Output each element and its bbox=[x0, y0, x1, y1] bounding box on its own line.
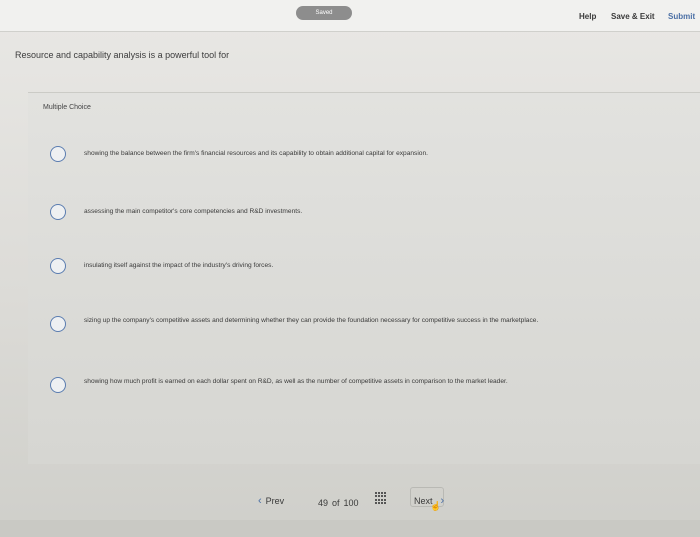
chevron-left-icon: ‹ bbox=[258, 495, 262, 507]
answer-option-2[interactable]: assessing the main competitor's core com… bbox=[50, 204, 650, 220]
question-prompt: Resource and capability analysis is a po… bbox=[15, 50, 230, 60]
answer-option-5[interactable]: showing how much profit is earned on eac… bbox=[50, 377, 650, 393]
prev-button[interactable]: ‹ Prev bbox=[258, 491, 284, 511]
radio-button[interactable] bbox=[50, 316, 66, 332]
hand-cursor-icon: ☝ bbox=[430, 501, 442, 511]
radio-button[interactable] bbox=[50, 146, 66, 162]
current-question-number: 49 bbox=[318, 498, 329, 508]
answer-option-text: showing the balance between the firm's f… bbox=[84, 150, 428, 157]
question-counter: 49 of 100 bbox=[318, 493, 363, 513]
saved-status-badge: Saved bbox=[296, 6, 352, 20]
bottom-strip bbox=[0, 520, 700, 537]
question-grid-icon[interactable] bbox=[375, 492, 387, 504]
radio-button[interactable] bbox=[50, 204, 66, 220]
answer-option-1[interactable]: showing the balance between the firm's f… bbox=[50, 146, 650, 162]
answer-option-text: sizing up the company's competitive asse… bbox=[84, 317, 539, 324]
answer-option-text: insulating itself against the impact of … bbox=[84, 262, 274, 269]
help-button[interactable]: Help bbox=[579, 12, 596, 21]
radio-button[interactable] bbox=[50, 377, 66, 393]
radio-button[interactable] bbox=[50, 258, 66, 274]
quiz-page: Saved Help Save & Exit Submit Resource a… bbox=[0, 0, 700, 537]
total-questions: 100 bbox=[343, 498, 359, 508]
submit-button[interactable]: Submit bbox=[668, 12, 695, 21]
save-exit-button[interactable]: Save & Exit bbox=[611, 12, 655, 21]
answer-option-3[interactable]: insulating itself against the impact of … bbox=[50, 258, 650, 274]
answer-option-text: showing how much profit is earned on eac… bbox=[84, 378, 508, 385]
question-type-label: Multiple Choice bbox=[43, 104, 91, 111]
of-label: of bbox=[332, 498, 340, 508]
answer-option-4[interactable]: sizing up the company's competitive asse… bbox=[50, 316, 650, 332]
top-bar: Saved Help Save & Exit Submit bbox=[0, 0, 700, 32]
answer-option-text: assessing the main competitor's core com… bbox=[84, 208, 303, 215]
prev-label: Prev bbox=[265, 496, 285, 506]
